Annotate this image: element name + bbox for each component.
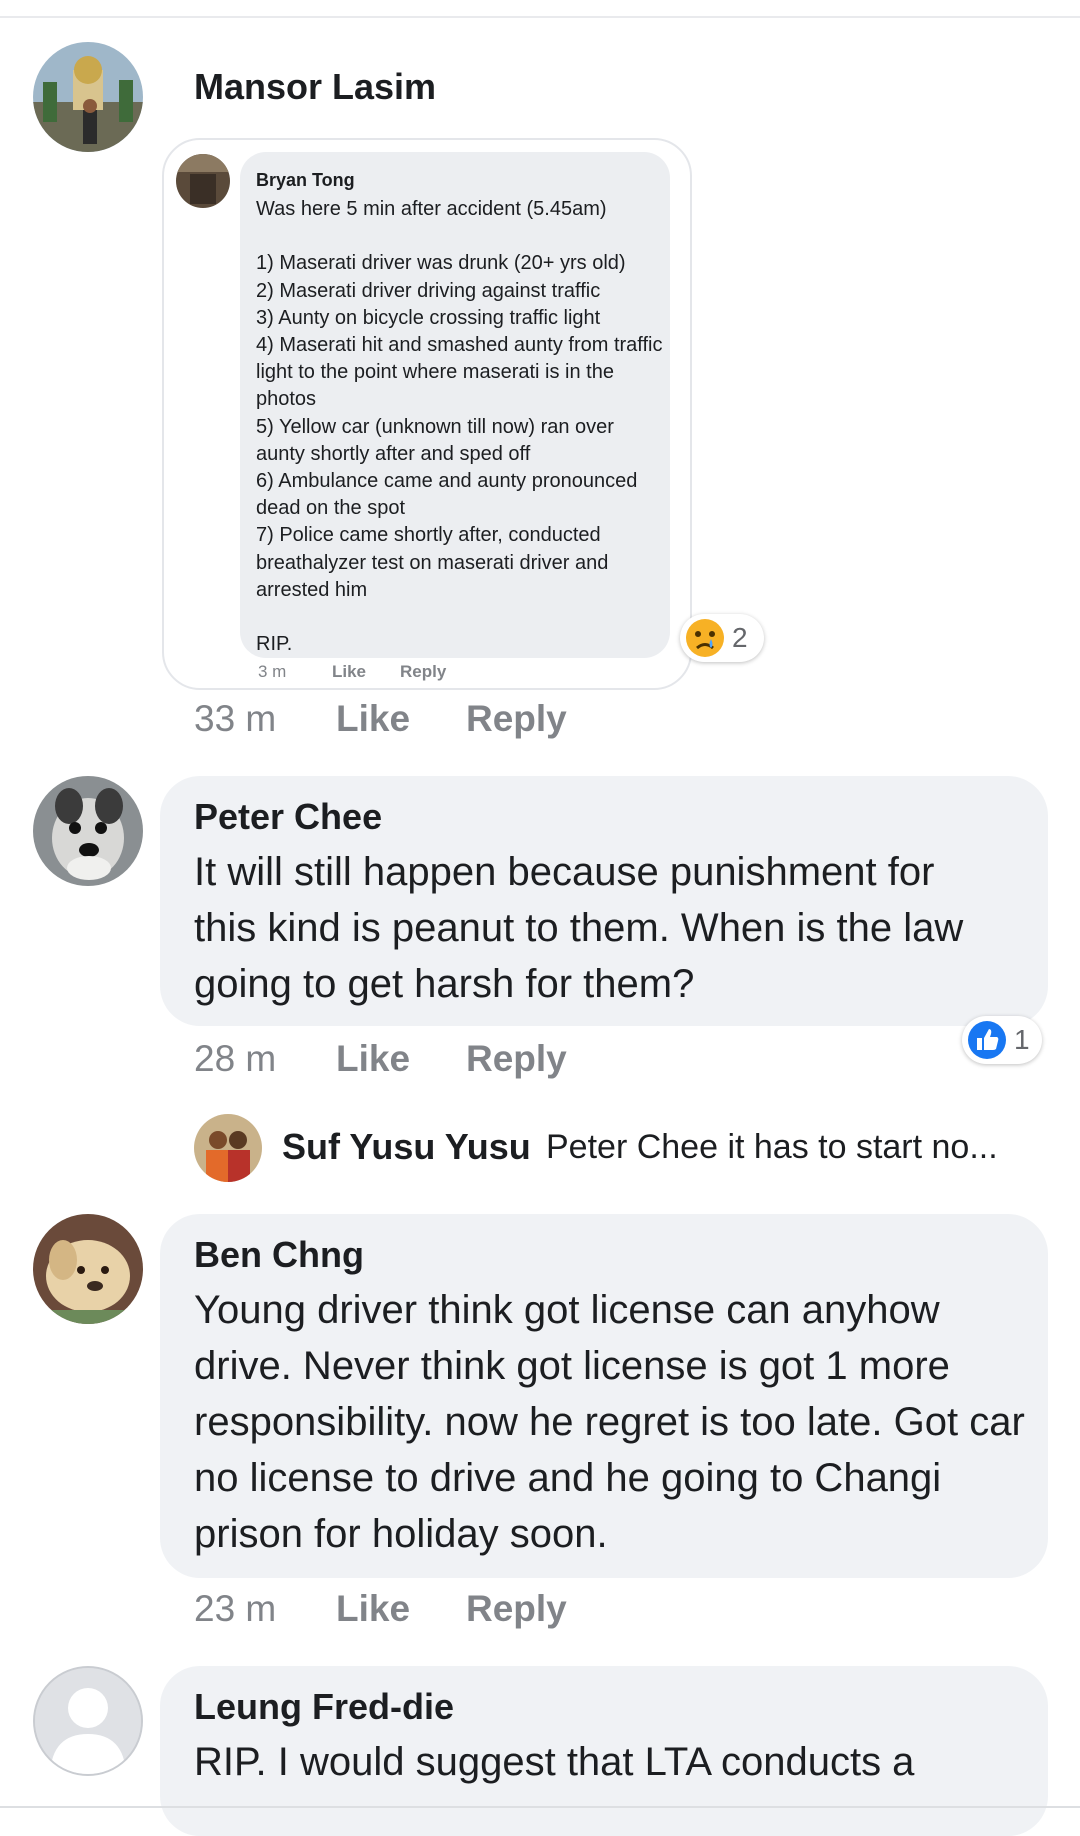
reply-button[interactable]: Reply <box>466 1588 567 1630</box>
comment-text: RIP. I would suggest that LTA conducts a <box>194 1740 915 1784</box>
comment-text: It will still happen because punishment … <box>194 850 964 1006</box>
like-button[interactable]: Like <box>336 1038 410 1080</box>
avatar-mansor-lasim[interactable] <box>33 42 143 152</box>
default-avatar-icon <box>35 1668 141 1774</box>
commenter-name[interactable]: Ben Chng <box>194 1234 364 1276</box>
avatar-leung-fred-die[interactable] <box>33 1666 143 1776</box>
comment-time: 33 m <box>194 698 277 739</box>
like-reaction-icon <box>968 1021 1006 1059</box>
reply-preview[interactable]: Suf Yusu Yusu Peter Chee it has to start… <box>194 1112 1054 1182</box>
commenter-name[interactable]: Peter Chee <box>194 796 382 838</box>
reaction-count: 1 <box>1014 1024 1030 1055</box>
comment-text: Young driver think got license can anyho… <box>194 1288 1025 1556</box>
avatar-suf-yusu-yusu <box>194 1114 262 1182</box>
top-divider <box>0 16 1080 18</box>
comment-time: 28 m <box>194 1038 277 1079</box>
avatar-ben-chng[interactable] <box>33 1214 143 1324</box>
shared-comment-bubble: Bryan Tong Was here 5 min after accident… <box>240 152 670 658</box>
sad-reaction-icon <box>686 619 724 657</box>
reply-author[interactable]: Suf Yusu Yusu <box>282 1126 531 1168</box>
shared-comment-screenshot[interactable]: Bryan Tong Was here 5 min after accident… <box>162 138 692 690</box>
shared-comment-text: Was here 5 min after accident (5.45am) 1… <box>256 198 663 656</box>
reaction-badge[interactable]: 2 <box>680 614 764 662</box>
commenter-name[interactable]: Leung Fred-die <box>194 1686 454 1728</box>
bottom-divider <box>0 1806 1080 1808</box>
comment-time: 23 m <box>194 1588 277 1629</box>
shared-comment-like: Like <box>332 662 367 681</box>
reply-button[interactable]: Reply <box>466 1038 567 1080</box>
shared-comment-reply: Reply <box>400 662 447 681</box>
reaction-badge[interactable]: 1 <box>962 1016 1042 1064</box>
shared-comment-time: 3 m <box>258 662 287 681</box>
reaction-count: 2 <box>732 622 748 653</box>
like-button[interactable]: Like <box>336 698 410 740</box>
reply-snippet: Peter Chee it has to start no... <box>546 1128 998 1166</box>
avatar-peter-chee[interactable] <box>33 776 143 886</box>
avatar-bryan-tong <box>176 154 230 208</box>
like-button[interactable]: Like <box>336 1588 410 1630</box>
shared-comment-author: Bryan Tong <box>256 170 355 190</box>
commenter-name[interactable]: Mansor Lasim <box>194 66 436 108</box>
reply-button[interactable]: Reply <box>466 698 567 740</box>
